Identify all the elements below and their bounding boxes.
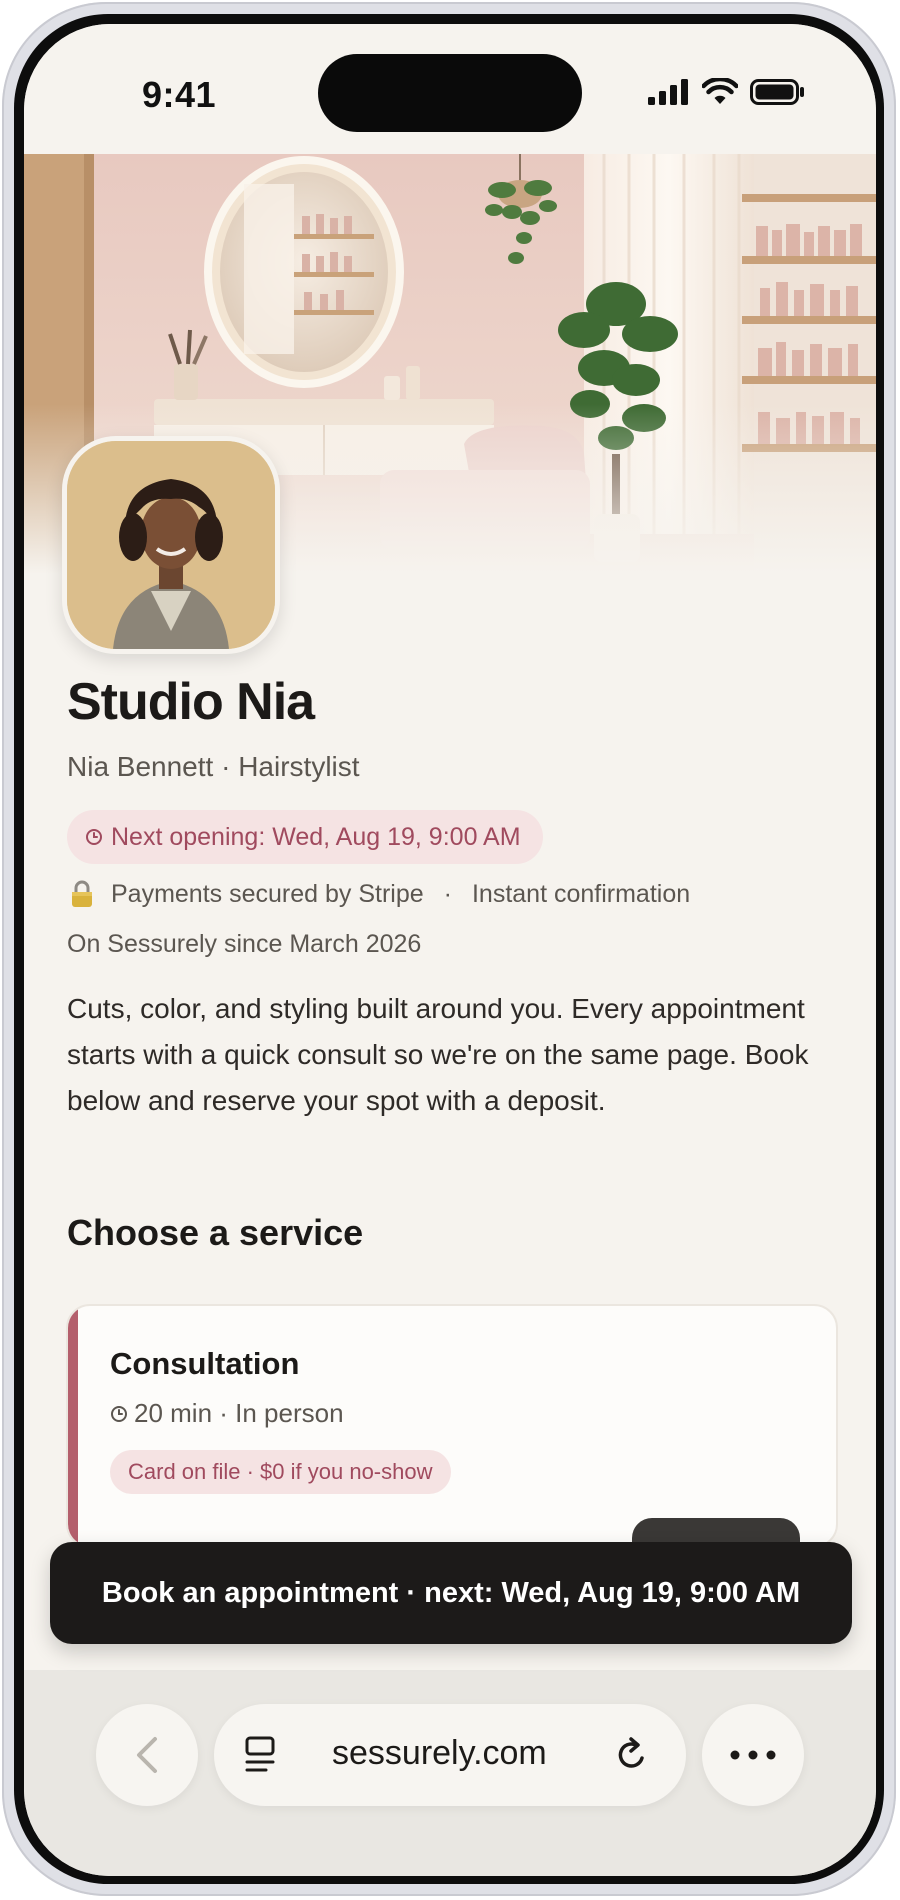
- member-since: On Sessurely since March 2026: [67, 930, 422, 958]
- business-name: Studio Nia: [67, 673, 315, 731]
- ellipsis-icon: [730, 1750, 776, 1760]
- status-time: 9:41: [142, 74, 217, 115]
- trust-payment-text: Payments secured by Stripe: [111, 879, 424, 908]
- browser-toolbar: sessurely.com: [24, 1670, 876, 1876]
- reader-mode-icon[interactable]: [244, 1735, 278, 1775]
- chevron-left-icon: [137, 1737, 157, 1773]
- clock-icon: [86, 829, 102, 845]
- avatar: [62, 436, 280, 654]
- clock-icon: [111, 1405, 127, 1422]
- reload-icon[interactable]: [614, 1736, 650, 1774]
- stylist-portrait-photo: [67, 441, 275, 649]
- address-bar[interactable]: sessurely.com: [214, 1704, 686, 1806]
- stylist-subtitle: Nia Bennett · Hairstylist: [67, 751, 360, 782]
- next-opening-badge[interactable]: Next opening: Wed, Aug 19, 9:00 AM: [67, 810, 543, 864]
- trust-row: Payments secured by Stripe · Instant con…: [67, 874, 690, 914]
- wifi-icon: [702, 78, 738, 104]
- trust-separator: ·: [443, 879, 452, 908]
- next-opening-text: Next opening: Wed, Aug 19, 9:00 AM: [111, 822, 521, 851]
- back-button[interactable]: [96, 1704, 198, 1806]
- phone-screen: 9:41 Studio Nia Nia Bennett · Hairstylis…: [24, 24, 876, 1876]
- battery-icon: [750, 78, 804, 105]
- service-meta: 20 min · In person: [110, 1398, 344, 1429]
- trust-confirmation-text: Instant confirmation: [471, 879, 691, 908]
- more-options-button[interactable]: [702, 1704, 804, 1806]
- service-card-consultation[interactable]: Consultation 20 min · In person Card on …: [66, 1304, 838, 1548]
- business-description: Cuts, color, and styling built around yo…: [67, 993, 809, 1116]
- cellular-signal-icon: [648, 78, 688, 105]
- status-bar: 9:41: [24, 24, 876, 154]
- services-section-title: Choose a service: [67, 1212, 364, 1253]
- url-text: sessurely.com: [332, 1734, 547, 1772]
- service-title: Consultation: [110, 1346, 300, 1381]
- service-policy-badge: Card on file · $0 if you no-show: [110, 1450, 451, 1494]
- dynamic-island: [318, 54, 582, 132]
- status-icons: [648, 78, 806, 105]
- service-card-accent: [68, 1306, 78, 1546]
- lock-icon: [72, 880, 92, 907]
- book-appointment-button[interactable]: Book an appointment · next: Wed, Aug 19,…: [50, 1542, 852, 1644]
- service-meta-text: 20 min · In person: [134, 1398, 344, 1428]
